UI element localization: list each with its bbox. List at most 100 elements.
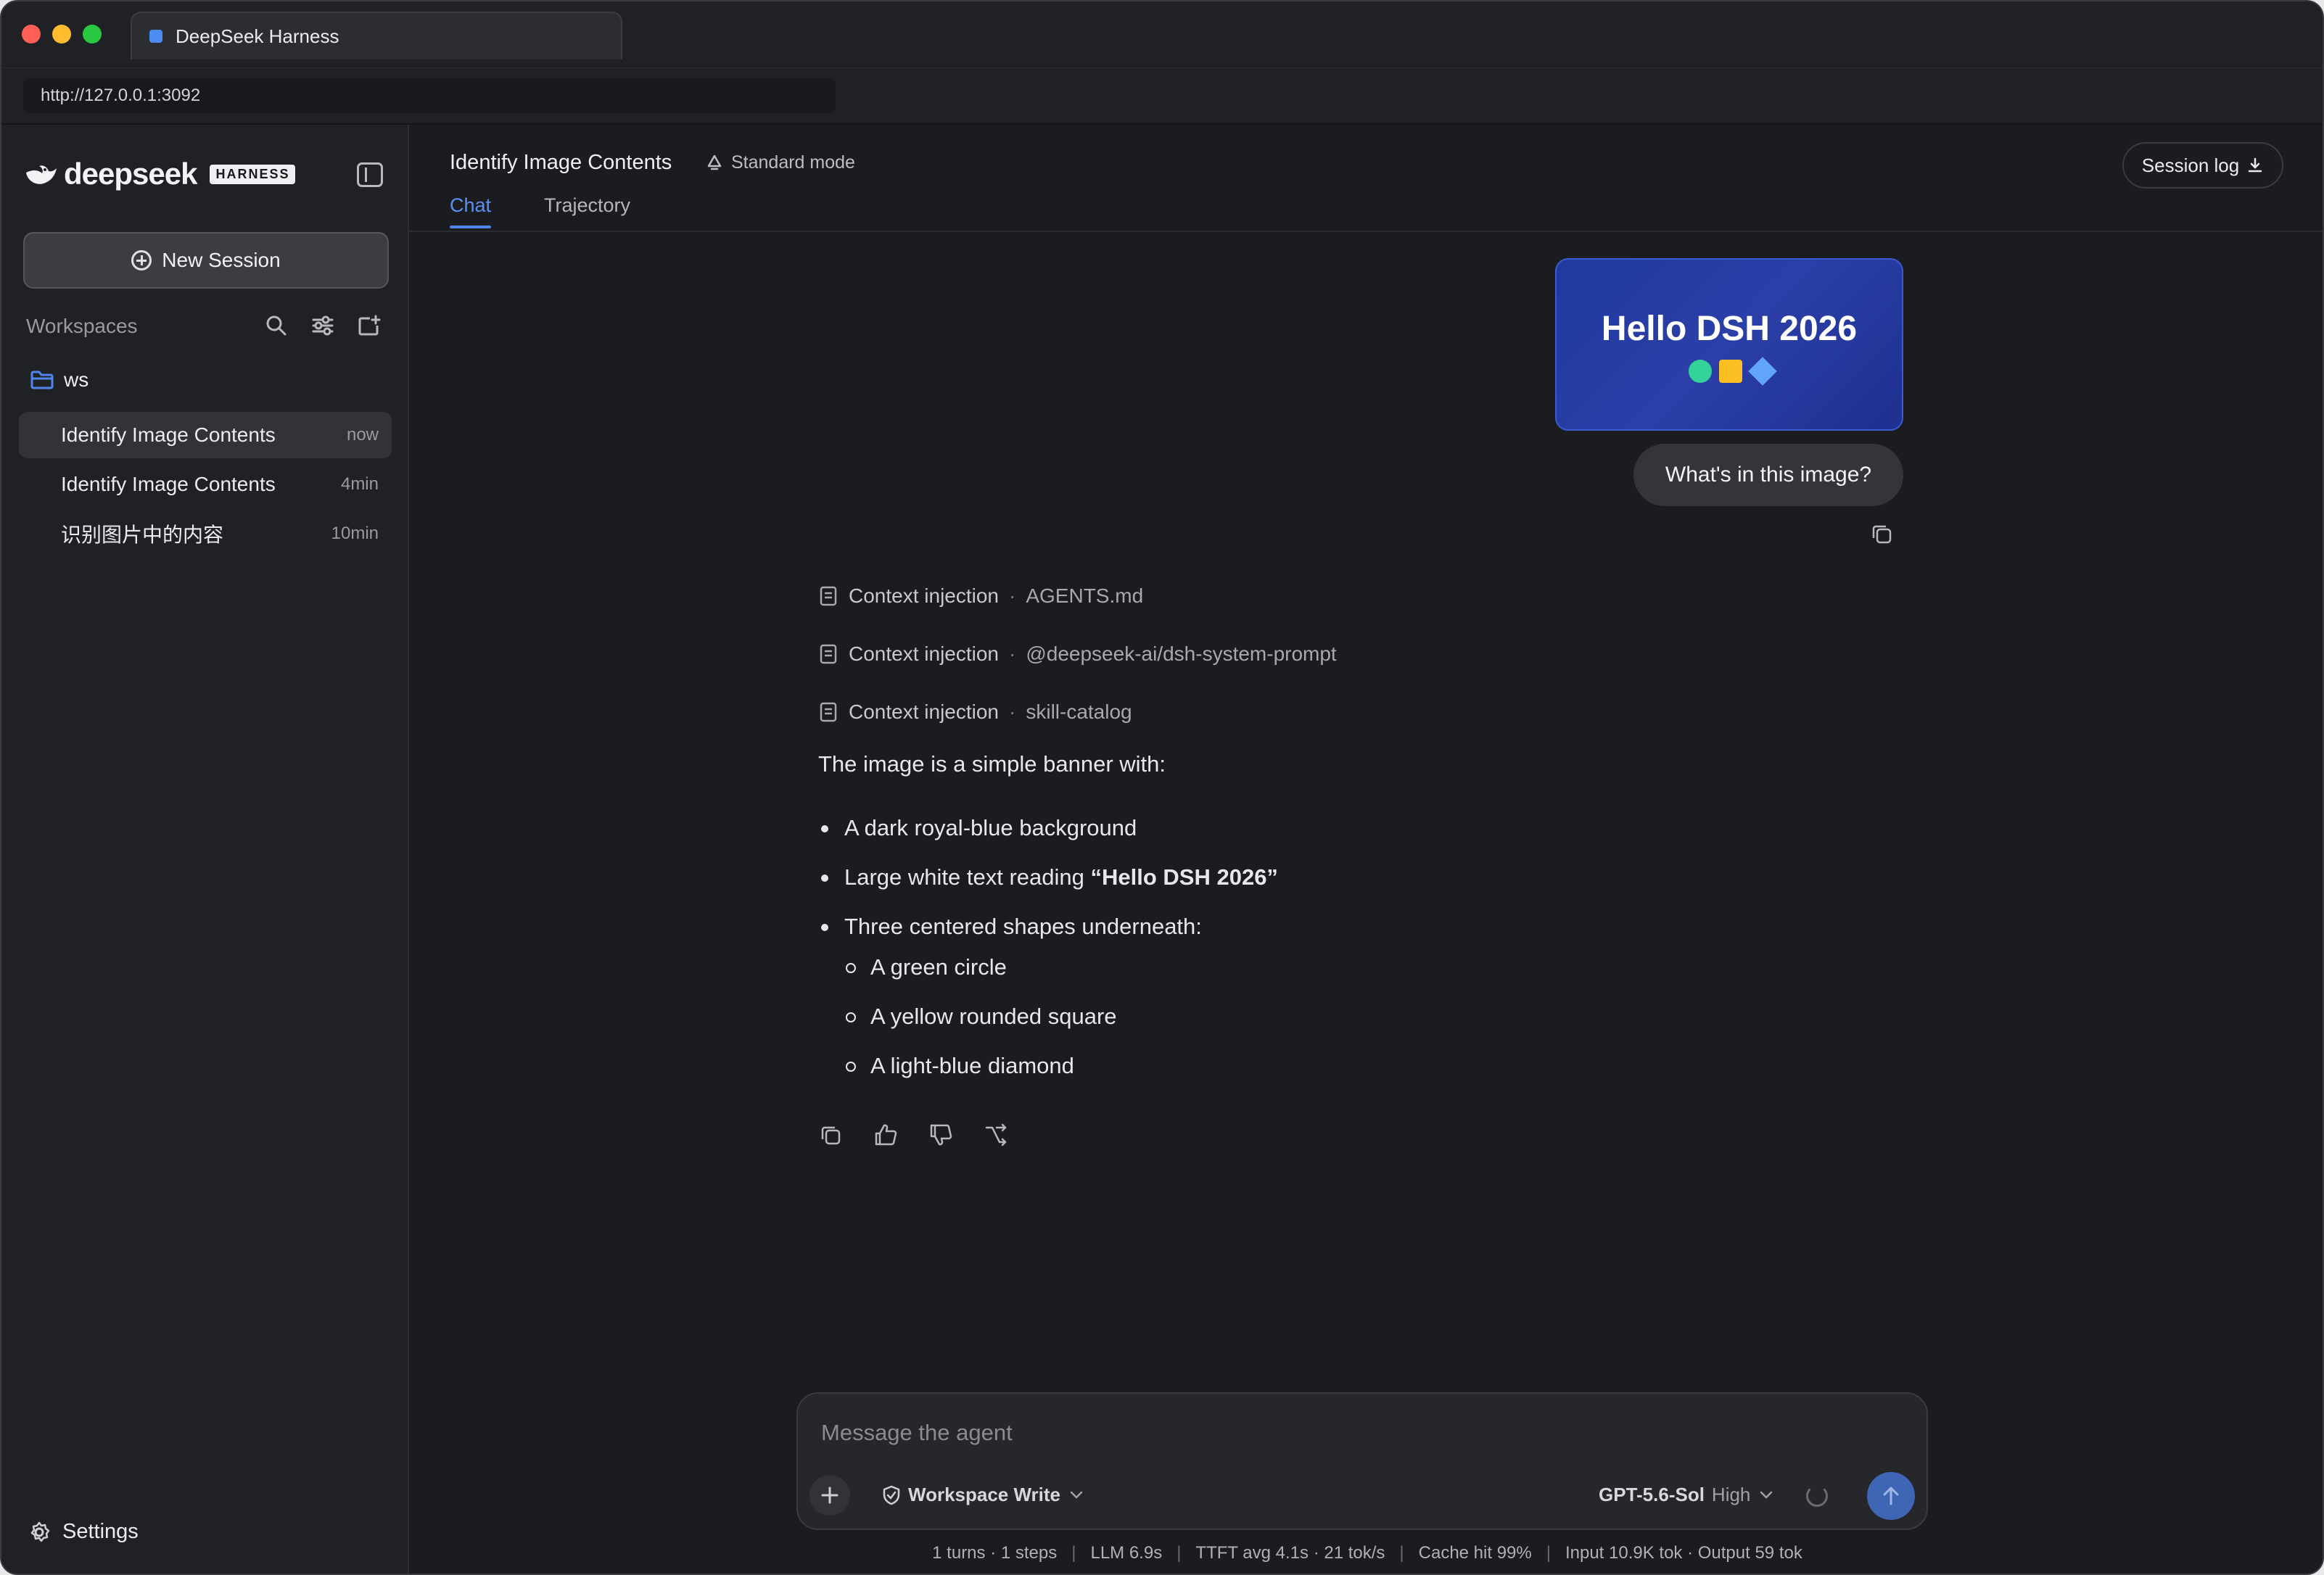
send-button[interactable] [1867, 1472, 1915, 1520]
workspaces-heading: Workspaces [26, 315, 138, 337]
branch-icon [985, 1123, 1007, 1146]
list-item: Three centered shapes underneath: [821, 914, 1202, 939]
thumbs-up-button[interactable] [872, 1121, 899, 1149]
copy-button[interactable] [817, 1121, 844, 1149]
close-window-button[interactable] [22, 25, 41, 44]
url-text: http://127.0.0.1:3092 [41, 86, 201, 105]
chevron-down-icon [1760, 1491, 1773, 1499]
message-input[interactable]: Message the agent [821, 1420, 1013, 1446]
context-injection-item[interactable]: Context injection · @deepseek-ai/dsh-sys… [820, 642, 1337, 666]
status-turns: 1 turns · 1 steps [932, 1543, 1058, 1563]
tab-chat[interactable]: Chat [450, 194, 492, 228]
add-folder-icon [358, 315, 381, 336]
download-icon [2248, 157, 2262, 173]
browser-window: DeepSeek Harness http://127.0.0.1:3092 d… [0, 0, 2324, 1575]
status-bar: 1 turns · 1 steps | LLM 6.9s | TTFT avg 4.1s… [409, 1543, 2323, 1563]
status-divider: | [1546, 1543, 1551, 1563]
add-attachment-button[interactable] [809, 1475, 850, 1516]
sidebar: deepseek HARNESS New Session Workspaces [1, 125, 409, 1574]
separator-dot: · [1009, 584, 1016, 607]
session-log-button[interactable]: Session log [2122, 142, 2283, 189]
list-item: Large white text reading “Hello DSH 2026… [821, 864, 1278, 890]
message-actions [817, 1121, 1010, 1149]
separator-dot: · [1009, 642, 1016, 665]
maximize-window-button[interactable] [83, 25, 102, 44]
new-session-label: New Session [162, 249, 281, 271]
workspace-folder-ws[interactable]: ws [30, 368, 88, 392]
list-item: A dark royal-blue background [820, 815, 1137, 840]
session-title: Identify Image Contents [61, 423, 276, 446]
document-icon [820, 644, 837, 664]
collapse-sidebar-button[interactable] [357, 162, 383, 187]
filter-workspaces-button[interactable] [308, 310, 338, 341]
sub-list-item: A green circle [846, 954, 1007, 980]
address-bar[interactable]: http://127.0.0.1:3092 [23, 78, 836, 113]
model-selector[interactable]: GPT-5.6-Sol High [1599, 1484, 1773, 1506]
context-injection-label: Context injection [849, 642, 1000, 665]
loading-spinner-icon [1806, 1485, 1828, 1507]
model-effort: High [1711, 1484, 1751, 1505]
status-tokens: Input 10.9K tok · Output 59 tok [1565, 1543, 1802, 1563]
recycle-icon [707, 154, 722, 170]
plus-circle-icon [131, 250, 152, 270]
message-composer: Message the agent Workspace Write GPT-5.… [796, 1392, 1928, 1530]
new-session-button[interactable]: New Session [23, 232, 389, 289]
copy-icon [821, 1126, 841, 1145]
context-injection-value: AGENTS.md [1026, 584, 1144, 607]
search-icon [266, 315, 287, 336]
session-item[interactable]: 识别图片中的内容 10min [19, 510, 392, 557]
tab-trajectory[interactable]: Trajectory [544, 194, 630, 217]
main-panel: Identify Image Contents Standard mode Ch… [409, 125, 2323, 1574]
folder-icon [30, 371, 54, 389]
sliders-icon [312, 315, 334, 336]
quoted-text: “Hello DSH 2026” [1090, 864, 1278, 890]
branch-button[interactable] [982, 1121, 1010, 1149]
status-ttft: TTFT avg 4.1s · 21 tok/s [1195, 1543, 1385, 1563]
status-divider: | [1071, 1543, 1076, 1563]
browser-tabstrip: DeepSeek Harness [1, 1, 2323, 68]
session-item[interactable]: Identify Image Contents now [19, 412, 392, 458]
image-text: Hello DSH 2026 [1601, 310, 1858, 348]
settings-button[interactable]: Settings [28, 1520, 139, 1544]
app-root: deepseek HARNESS New Session Workspaces [1, 125, 2323, 1574]
context-injection-item[interactable]: Context injection · AGENTS.md [820, 584, 1143, 608]
context-injection-value: skill-catalog [1026, 700, 1132, 723]
minimize-window-button[interactable] [52, 25, 71, 44]
document-icon [820, 702, 837, 722]
session-time: now [346, 425, 379, 445]
session-title: 识别图片中的内容 [61, 524, 224, 546]
context-injection-item[interactable]: Context injection · skill-catalog [820, 700, 1132, 724]
whale-logo-icon [26, 165, 57, 184]
session-item[interactable]: Identify Image Contents 4min [19, 461, 392, 508]
harness-badge: HARNESS [210, 164, 296, 184]
add-workspace-button[interactable] [354, 310, 384, 341]
status-cache: Cache hit 99% [1418, 1543, 1532, 1563]
thumbs-up-icon [875, 1124, 897, 1146]
session-log-label: Session log [2141, 154, 2240, 176]
thumbs-down-button[interactable] [927, 1121, 955, 1149]
status-llm: LLM 6.9s [1090, 1543, 1163, 1563]
copy-user-message-button[interactable] [1870, 522, 1893, 551]
address-bar-row: http://127.0.0.1:3092 [1, 68, 2323, 125]
session-time: 10min [331, 524, 379, 543]
conversation-title: Identify Image Contents [450, 151, 672, 174]
search-workspaces-button[interactable] [261, 310, 292, 341]
permission-label: Workspace Write [908, 1484, 1061, 1505]
status-divider: | [1399, 1543, 1404, 1563]
chevron-down-icon [1070, 1491, 1083, 1499]
yellow-square-shape [1719, 360, 1742, 383]
browser-tab[interactable]: DeepSeek Harness [131, 12, 622, 59]
blue-diamond-shape [1748, 357, 1777, 386]
answer-intro: The image is a simple banner with: [818, 751, 1166, 777]
mode-indicator[interactable]: Standard mode [705, 152, 855, 173]
plus-icon [821, 1487, 838, 1504]
workspace-tools [261, 310, 384, 341]
context-injection-label: Context injection [849, 584, 1000, 607]
browser-tab-title: DeepSeek Harness [176, 25, 339, 47]
list-item-text: Large white text reading [844, 864, 1091, 890]
attached-image[interactable]: Hello DSH 2026 [1555, 258, 1903, 431]
permission-selector[interactable]: Workspace Write [882, 1484, 1084, 1506]
brand-name: deepseek [64, 157, 197, 191]
copy-icon [1872, 525, 1892, 544]
favicon-icon [149, 30, 162, 43]
